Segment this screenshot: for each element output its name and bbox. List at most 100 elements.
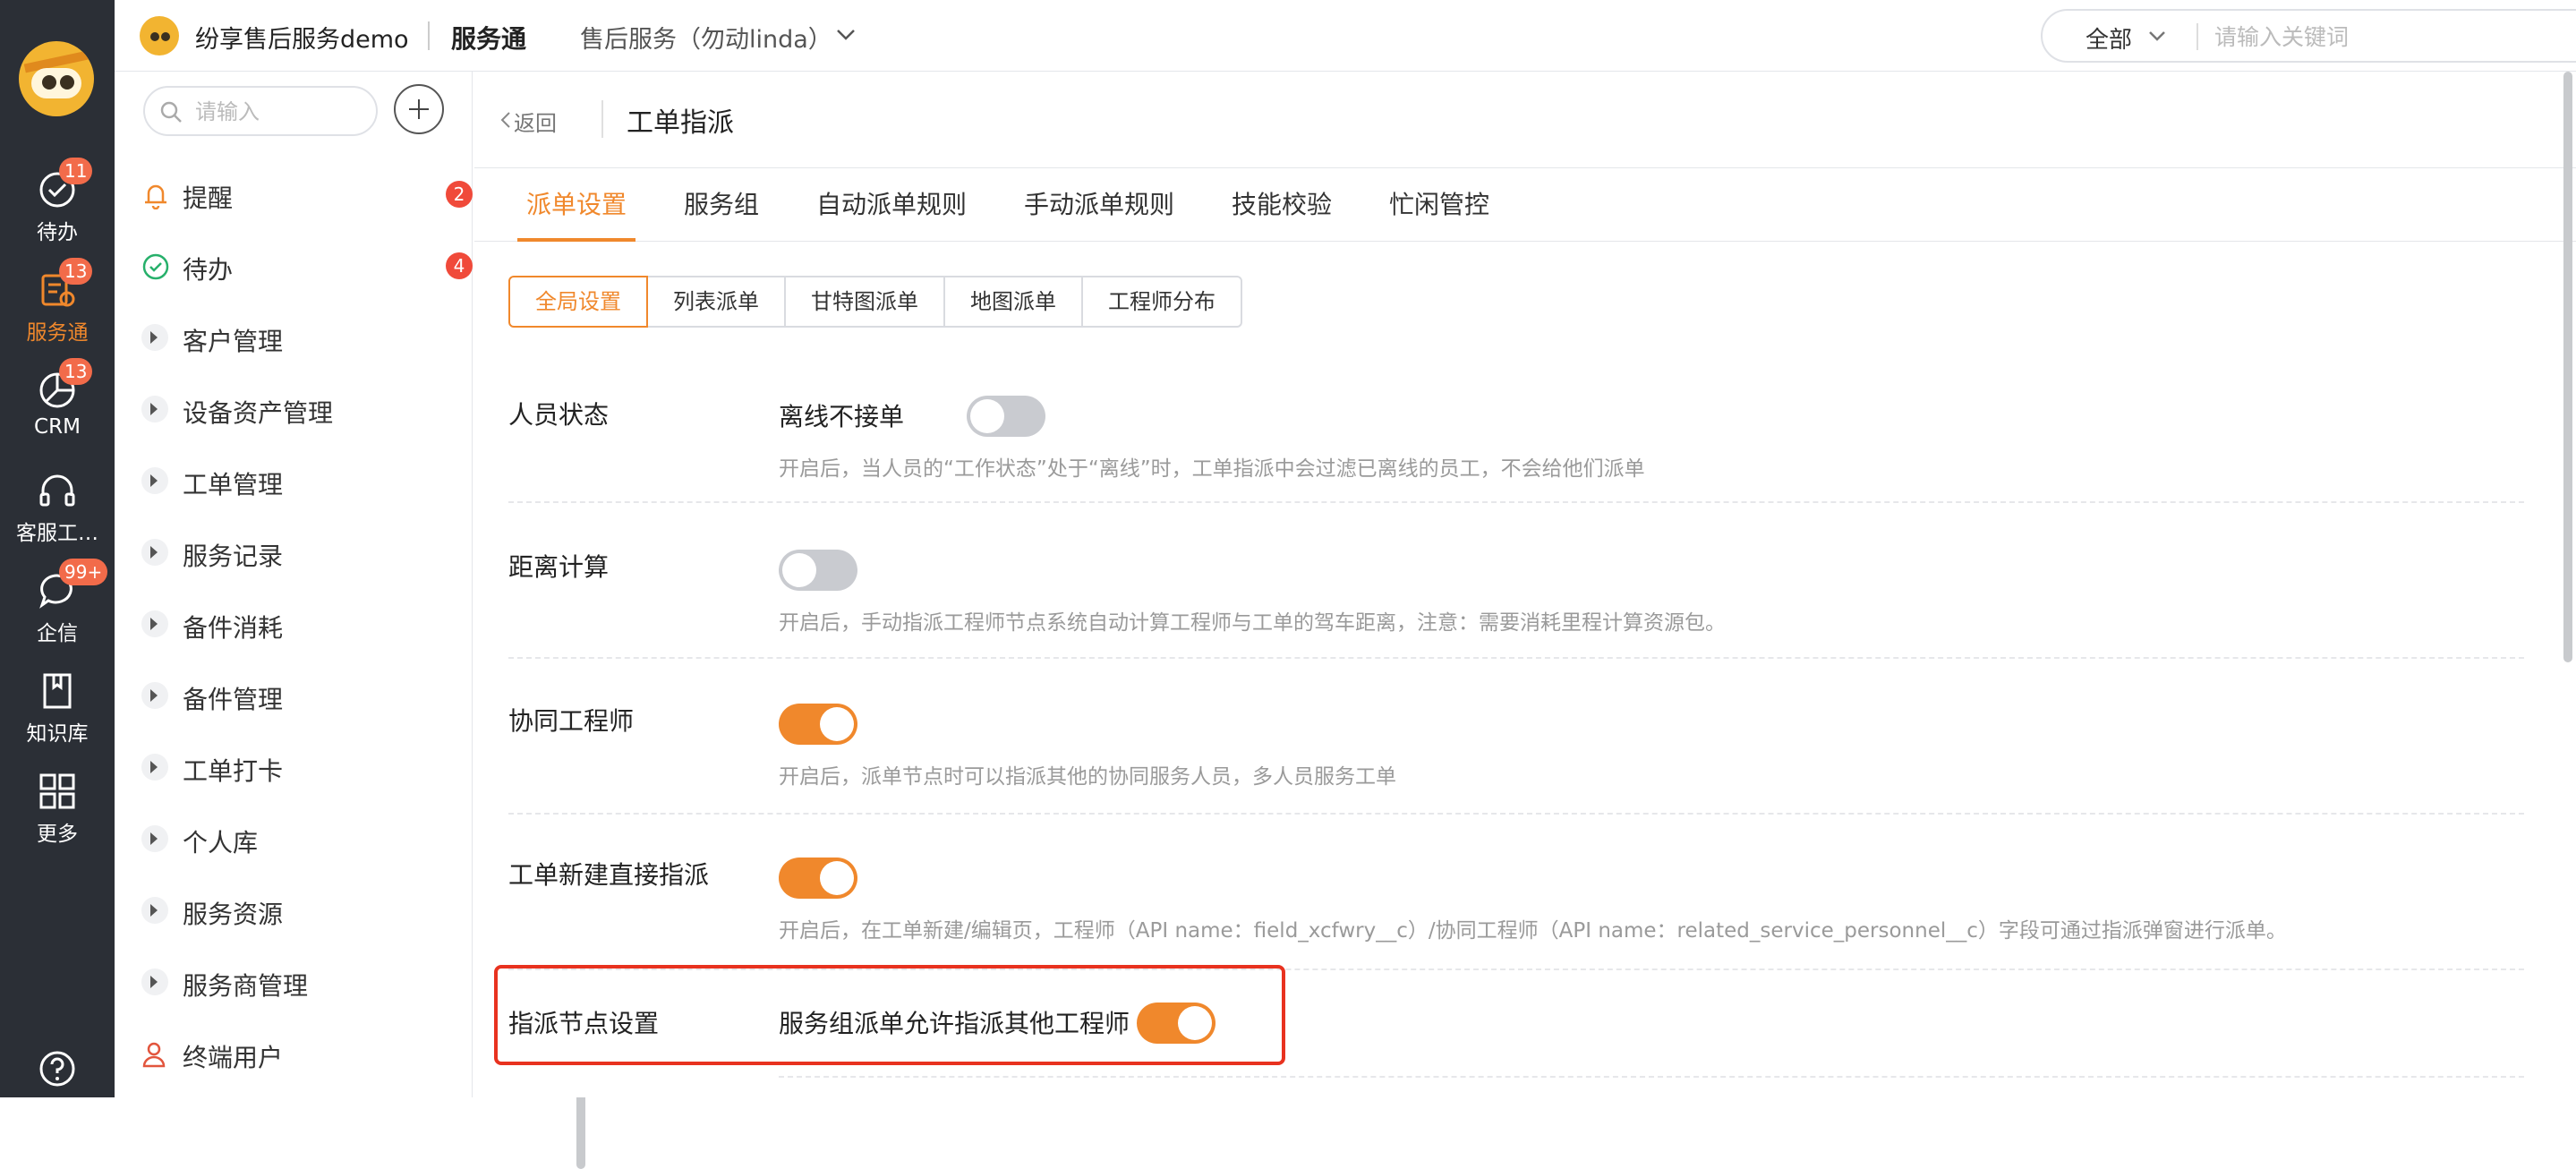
main-scrollbar[interactable] (2563, 72, 2572, 662)
rail-badge-service: 13 (59, 258, 93, 285)
co-engineer-toggle[interactable] (779, 704, 857, 745)
tab-dispatch-settings[interactable]: 派单设置 (516, 168, 636, 242)
search-scope-select[interactable]: 全部 (2086, 21, 2132, 55)
tab-auto-dispatch-rules[interactable]: 自动派单规则 (816, 168, 967, 242)
setting-create-direct-dispatch: 工单新建直接指派 开启后，在工单新建/编辑页，工程师（API name：fiel… (508, 816, 2524, 970)
sidebar-item-checkin[interactable]: 工单打卡 (141, 741, 446, 795)
main-content: 返回 工单指派 派单设置 服务组 自动派单规则 手动派单规则 技能校验 忙闲管控… (474, 72, 2576, 1097)
chevron-down-icon[interactable] (2148, 29, 2166, 43)
expand-arrow-icon (150, 904, 158, 917)
setting-description: 开启后，在工单新建/编辑页，工程师（API name：field_xcfwry_… (779, 919, 2287, 943)
setting-inline-label: 离线不接单 (779, 402, 905, 431)
rail-label-messenger: 企信 (37, 622, 78, 645)
setting-personnel-status: 人员状态 离线不接单 开启后，当人员的“工作状态”处于“离线”时，工单指派中会过… (508, 371, 2524, 503)
expand-arrow-icon (150, 403, 158, 415)
setting-description: 开启后，手动指派工程师节点系统自动计算工程师与工单的驾车距离，注意：需要消耗里程… (779, 611, 1726, 635)
breadcrumb: 返回 工单指派 (474, 72, 2576, 168)
sidebar-item-todo[interactable]: 待办 4 (141, 240, 473, 294)
add-button[interactable] (394, 84, 444, 134)
rail-item-messenger[interactable]: 99+ 企信 (0, 559, 115, 657)
setting-label: 工单新建直接指派 (508, 860, 710, 890)
subtab-gantt-dispatch[interactable]: 甘特图派单 (784, 276, 945, 328)
sidebar-item-reminders[interactable]: 提醒 2 (141, 168, 473, 222)
headset-icon (39, 474, 75, 507)
company-logo (140, 16, 179, 55)
expand-arrow-icon (150, 474, 158, 487)
rail-item-knowledge[interactable]: 知识库 (0, 659, 115, 757)
chevron-down-icon[interactable] (836, 27, 856, 43)
rail-badge-messenger: 99+ (59, 559, 108, 585)
sidebar-item-parts-management[interactable]: 备件管理 (141, 670, 446, 723)
setting-description: 开启后，派单节点时可以指派其他的协同服务人员，多人员服务工单 (779, 765, 1396, 789)
highlight-box (494, 965, 1285, 1065)
sidebar-item-label: 待办 (183, 255, 234, 285)
help-circle-icon[interactable] (38, 1049, 77, 1088)
sidebar-item-work-orders[interactable]: 工单管理 (141, 455, 446, 508)
rail-item-todo[interactable]: 11 待办 (0, 158, 115, 256)
sidebar-item-label: 服务商管理 (183, 971, 309, 1001)
expand-arrow-icon (150, 976, 158, 988)
check-circle-icon (142, 253, 169, 280)
setting-label: 协同工程师 (508, 706, 635, 736)
subtab-list-dispatch[interactable]: 列表派单 (646, 276, 786, 328)
create-direct-dispatch-toggle[interactable] (779, 858, 857, 899)
offline-no-orders-toggle[interactable] (967, 396, 1045, 437)
user-icon (142, 1042, 166, 1068)
tab-service-groups[interactable]: 服务组 (684, 168, 759, 242)
rail-label-crm: CRM (34, 415, 81, 439)
sidebar-item-label: 客户管理 (183, 327, 284, 356)
side-nav: 提醒 2 待办 4 客户管理 设备资产管理 工单管理 服务记录 备件消耗 备件管… (115, 72, 585, 1169)
sidebar-item-label: 工单打卡 (183, 756, 284, 786)
topbar-divider (428, 21, 430, 50)
bell-icon (145, 184, 166, 209)
tab-skill-check[interactable]: 技能校验 (1232, 168, 1332, 242)
sidebar-item-end-users[interactable]: 终端用户 (141, 1028, 446, 1081)
company-name[interactable]: 纷享售后服务demo (195, 20, 409, 55)
subtab-map-dispatch[interactable]: 地图派单 (943, 276, 1083, 328)
app-logo[interactable] (19, 41, 94, 116)
global-search: 全部 (2041, 9, 2576, 63)
sidebar-item-label: 工单管理 (183, 470, 284, 499)
sidebar-item-parts-consumption[interactable]: 备件消耗 (141, 598, 446, 652)
sidebar-item-service-resources[interactable]: 服务资源 (141, 884, 446, 938)
back-link[interactable]: 返回 (514, 106, 557, 137)
expand-arrow-icon (150, 331, 158, 344)
global-search-input[interactable] (2213, 18, 2576, 55)
expand-arrow-icon (150, 832, 158, 845)
rail-item-service[interactable]: 13 服务通 (0, 258, 115, 356)
subtab-engineer-distribution[interactable]: 工程师分布 (1081, 276, 1242, 328)
module-name: 服务通 (451, 24, 527, 54)
count-badge: 4 (446, 252, 473, 279)
setting-label: 距离计算 (508, 552, 610, 582)
expand-arrow-icon (150, 761, 158, 773)
sidebar-item-label: 提醒 (183, 183, 234, 213)
setting-co-engineer: 协同工程师 开启后，派单节点时可以指派其他的协同服务人员，多人员服务工单 (508, 661, 2524, 815)
sidebar-item-providers[interactable]: 服务商管理 (141, 956, 446, 1010)
space-selector[interactable]: 售后服务（勿动linda） (580, 20, 832, 55)
rail-item-crm[interactable]: 13 CRM (0, 358, 115, 457)
rail-item-more[interactable]: 更多 (0, 759, 115, 858)
tab-manual-dispatch-rules[interactable]: 手动派单规则 (1024, 168, 1174, 242)
subtab-global-settings[interactable]: 全局设置 (508, 276, 648, 328)
count-badge: 2 (446, 181, 473, 208)
distance-calc-toggle[interactable] (779, 550, 857, 591)
sidebar-item-customers[interactable]: 客户管理 (141, 311, 446, 365)
sidebar-item-label: 设备资产管理 (183, 398, 334, 428)
search-icon (160, 101, 182, 123)
book-icon (43, 673, 72, 709)
sidebar-item-personal-library[interactable]: 个人库 (141, 813, 446, 866)
nav-search-input[interactable] (193, 95, 363, 129)
setting-divider (779, 1076, 2524, 1078)
expand-arrow-icon (150, 689, 158, 702)
page-title: 工单指派 (627, 107, 734, 139)
sidebar-item-assets[interactable]: 设备资产管理 (141, 383, 446, 437)
setting-label: 人员状态 (508, 400, 610, 430)
rail-item-customer-service[interactable]: 客服工… (0, 458, 115, 557)
chevron-left-icon[interactable] (499, 111, 512, 129)
tab-busy-control[interactable]: 忙闲管控 (1389, 168, 1489, 242)
rail-badge-todo: 11 (59, 158, 93, 184)
sidebar-item-service-records[interactable]: 服务记录 (141, 526, 446, 580)
top-bar: 纷享售后服务demo 服务通 售后服务（勿动linda） 全部 (115, 0, 2576, 72)
app-rail: 11 待办 13 服务通 13 CRM 客服工… 99+ 企信 知识库 更多 (0, 0, 115, 1097)
rail-label-service: 服务通 (26, 321, 89, 345)
